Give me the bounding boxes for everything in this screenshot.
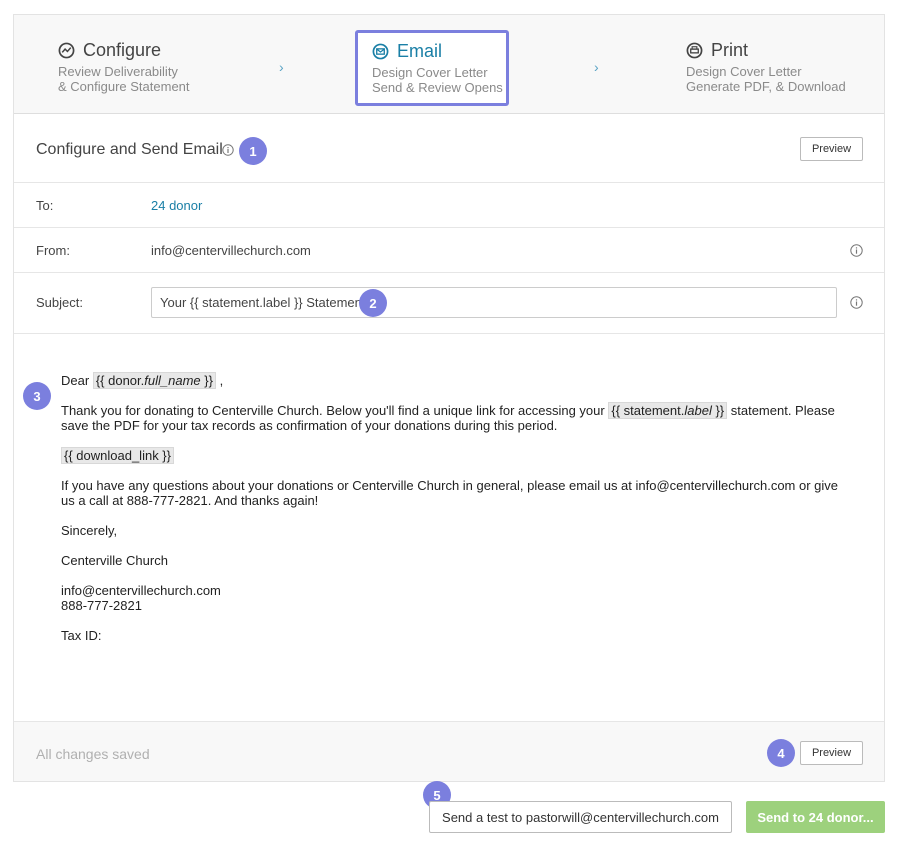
to-recipients-link[interactable]: 24 donor [151,198,202,213]
editor-footer: All changes saved 4 Preview [14,721,884,781]
contact-email: info@centervillechurch.com [61,583,221,598]
step-subtitle-line2: & Configure Statement [58,79,190,94]
save-status: All changes saved [36,746,150,762]
contact-block: info@centervillechurch.com 888-777-2821 [61,583,841,613]
callout-badge-1: 1 [239,137,267,165]
sign-off: Sincerely, [61,523,118,538]
page-title: Configure and Send Email [36,141,223,158]
step-subtitle-line2: Generate PDF, & Download [686,79,846,94]
tax-id: Tax ID: [61,628,102,643]
merge-tag-statement-label[interactable]: {{ statement.label }} [608,402,728,419]
send-to-donors-button[interactable]: Send to 24 donor... [746,801,885,833]
send-test-button[interactable]: Send a test to pastorwill@centervillechu… [429,801,732,833]
subject-input-value: Your {{ statement.label }} Statement [160,295,366,310]
info-icon[interactable] [222,144,234,156]
email-config-card: Configure Review Deliverability & Config… [13,14,885,782]
callout-badge-3: 3 [23,382,51,410]
step-title: Print [711,40,749,60]
step-title: Configure [83,40,162,60]
step-subtitle-line2: Send & Review Opens [372,80,503,95]
merge-tag-donor-name[interactable]: {{ donor.full_name }} [92,372,216,389]
step-email[interactable]: Email Design Cover Letter Send & Review … [355,30,509,106]
step-title: Email [397,41,443,61]
email-body-editor[interactable]: Dear {{ donor.full_name }} , Thank you f… [61,372,841,658]
step-separator-chevron-icon: › [594,59,599,75]
org-name: Centerville Church [61,553,168,568]
contact-phone: 888-777-2821 [61,598,142,613]
footer-preview-button[interactable]: Preview [800,741,863,765]
chart-circle-icon [58,42,75,58]
from-value: info@centervillechurch.com [151,243,311,258]
envelope-circle-icon [372,43,389,59]
subject-input[interactable]: Your {{ statement.label }} Statement [151,287,837,318]
from-row: From: info@centervillechurch.com [14,228,884,273]
subject-label: Subject: [36,295,83,310]
info-icon[interactable] [850,296,863,309]
info-icon[interactable] [850,244,863,257]
body-paragraph-2: If you have any questions about your don… [61,478,839,508]
subject-row: Subject: Your {{ statement.label }} Stat… [14,273,884,334]
step-separator-chevron-icon: › [279,59,284,75]
merge-tag-download-link[interactable]: {{ download_link }} [61,447,174,464]
callout-badge-2: 2 [359,289,387,317]
email-header-row: Configure and Send Email 1 Preview [14,115,884,183]
greeting-line: Dear {{ donor.full_name }} , [61,372,224,389]
to-label: To: [36,198,54,213]
step-print[interactable]: Print Design Cover Letter Generate PDF, … [686,39,846,94]
step-subtitle-line1: Design Cover Letter [372,65,488,80]
step-configure[interactable]: Configure Review Deliverability & Config… [58,39,190,94]
printer-circle-icon [686,42,703,58]
from-label: From: [36,243,70,258]
step-subtitle-line1: Review Deliverability [58,64,178,79]
body-paragraph-1: Thank you for donating to Centerville Ch… [61,402,835,433]
step-subtitle-line1: Design Cover Letter [686,64,802,79]
callout-badge-4: 4 [767,739,795,767]
wizard-steps: Configure Review Deliverability & Config… [14,15,884,114]
to-row: To: 24 donor [14,183,884,228]
download-link-line: {{ download_link }} [61,447,841,464]
preview-button[interactable]: Preview [800,137,863,161]
